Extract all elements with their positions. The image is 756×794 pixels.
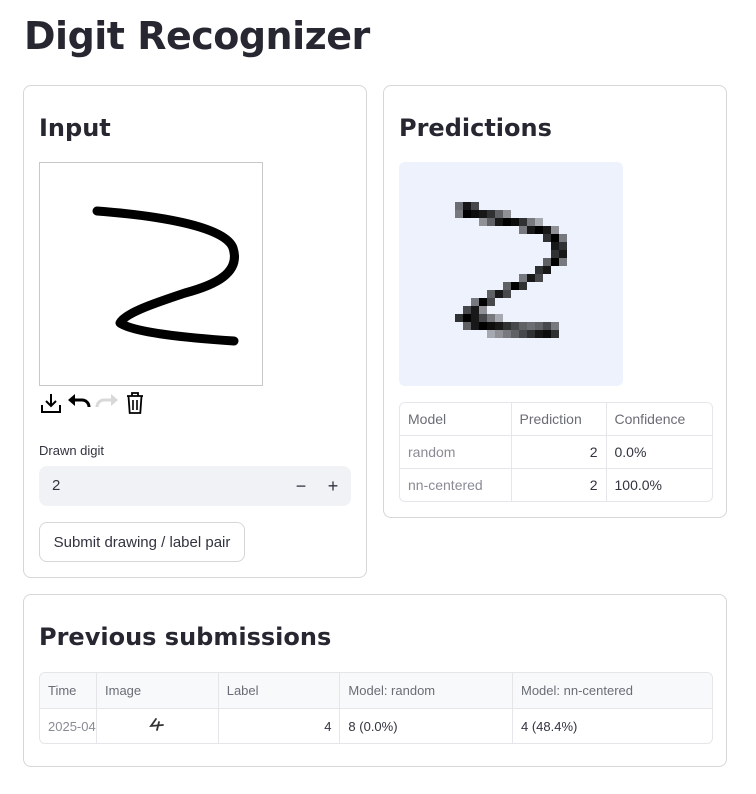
input-panel-title: Input bbox=[39, 114, 111, 142]
pixelated-digit bbox=[455, 202, 567, 338]
submissions-panel-title: Previous submissions bbox=[39, 623, 332, 651]
table-row: 2025-04 4 8 (0.0%) 4 (48.4%) bbox=[40, 708, 712, 743]
preprocessed-digit-image bbox=[399, 162, 623, 386]
time-cell: 2025-04 bbox=[40, 708, 97, 743]
decrement-button[interactable]: − bbox=[289, 474, 313, 498]
predictions-table: Model Prediction Confidence random 2 0.0… bbox=[399, 402, 713, 502]
prediction-cell: 2 bbox=[511, 468, 607, 501]
increment-button[interactable]: + bbox=[321, 474, 345, 498]
thumbnail-digit bbox=[149, 717, 165, 731]
drawn-stroke bbox=[92, 206, 239, 346]
trash-icon[interactable] bbox=[122, 390, 148, 416]
col-header-label[interactable]: Label bbox=[218, 673, 341, 709]
redo-icon[interactable] bbox=[94, 390, 120, 416]
col-header-model-nn[interactable]: Model: nn-centered bbox=[512, 673, 712, 709]
page-title: Digit Recognizer bbox=[24, 14, 370, 58]
col-header-prediction[interactable]: Prediction bbox=[511, 403, 607, 436]
col-header-confidence[interactable]: Confidence bbox=[606, 403, 712, 436]
model-nn-cell: 4 (48.4%) bbox=[520, 718, 578, 734]
undo-icon[interactable] bbox=[66, 390, 92, 416]
submit-button[interactable]: Submit drawing / label pair bbox=[39, 522, 245, 562]
drawing-canvas[interactable] bbox=[39, 162, 263, 386]
prediction-cell: 2 bbox=[511, 435, 607, 469]
predictions-panel: Predictions Model Prediction Confidence … bbox=[383, 85, 727, 518]
model-random-cell: 8 (0.0%) bbox=[339, 708, 513, 743]
table-row: nn-centered 2 100.0% bbox=[400, 468, 712, 501]
model-cell: random bbox=[400, 435, 512, 469]
label-cell: 4 bbox=[218, 708, 341, 743]
col-header-image[interactable]: Image bbox=[96, 673, 219, 709]
predictions-panel-title: Predictions bbox=[399, 114, 552, 142]
col-header-model[interactable]: Model bbox=[400, 403, 512, 436]
digit-number-input[interactable]: 2 − + bbox=[39, 466, 351, 506]
model-cell: nn-centered bbox=[400, 468, 512, 501]
image-cell bbox=[96, 708, 219, 743]
confidence-cell: 100.0% bbox=[614, 477, 662, 493]
download-icon[interactable] bbox=[38, 390, 64, 416]
digit-input-value[interactable]: 2 bbox=[52, 477, 60, 494]
input-panel: Input Drawn digit 2 − + Submit drawing /… bbox=[23, 85, 367, 578]
digit-input-label: Drawn digit bbox=[39, 443, 105, 458]
col-header-model-random[interactable]: Model: random bbox=[339, 673, 513, 709]
table-row: random 2 0.0% bbox=[400, 435, 712, 469]
submissions-panel: Previous submissions Time Image Label Mo… bbox=[23, 594, 727, 767]
submissions-table: Time Image Label Model: random Model: nn… bbox=[39, 672, 713, 744]
col-header-time[interactable]: Time bbox=[40, 673, 97, 709]
confidence-cell: 0.0% bbox=[606, 435, 712, 469]
